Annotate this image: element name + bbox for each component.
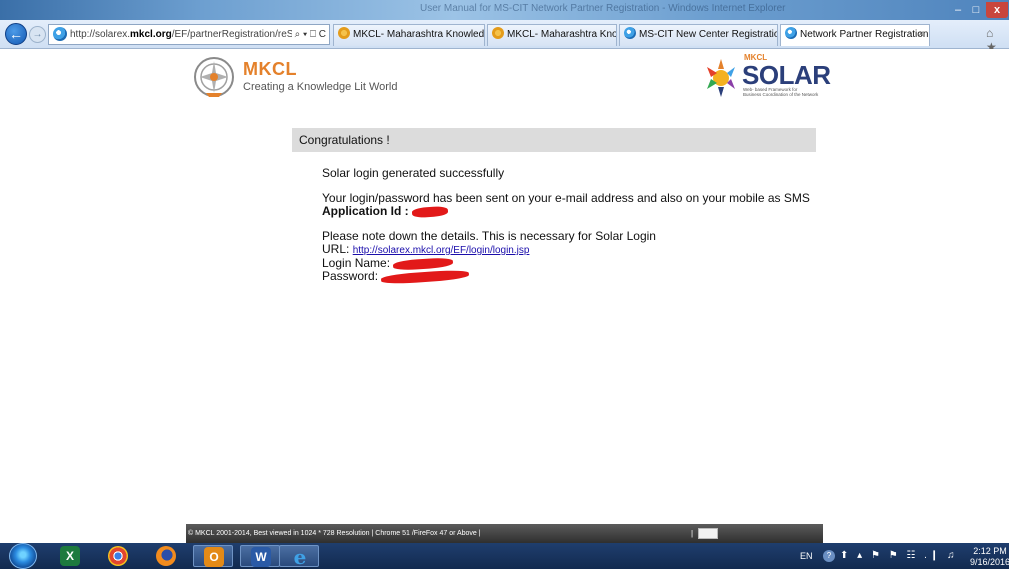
address-host: mkcl.org bbox=[130, 29, 172, 40]
word-icon: W bbox=[251, 547, 271, 567]
firefox-icon bbox=[156, 546, 176, 566]
footer-separator: | bbox=[691, 529, 694, 538]
redaction-scribble bbox=[381, 268, 470, 285]
taskbar-outlook[interactable]: O bbox=[193, 545, 233, 567]
taskbar-word[interactable]: W bbox=[240, 545, 280, 567]
mkcl-tagline: Creating a Knowledge Lit World bbox=[243, 81, 398, 93]
ie-icon bbox=[624, 27, 636, 39]
mkcl-icon bbox=[492, 27, 504, 39]
ie-icon: e bbox=[293, 545, 307, 569]
back-button[interactable]: ← bbox=[5, 23, 27, 45]
chrome-icon bbox=[108, 546, 128, 566]
ie-icon bbox=[785, 27, 797, 39]
redaction-scribble bbox=[393, 256, 454, 271]
url-label: URL: bbox=[322, 242, 350, 256]
tab-label: Network Partner Registration bbox=[800, 29, 929, 40]
excel-icon: X bbox=[60, 546, 80, 566]
taskbar-chrome[interactable] bbox=[98, 545, 138, 567]
browser-navbar: ← → http://solarex.mkcl.org/EF/partnerRe… bbox=[0, 20, 1009, 68]
language-indicator[interactable]: EN bbox=[800, 551, 813, 561]
minimize-button[interactable]: – bbox=[949, 2, 967, 18]
success-message: Solar login generated successfully bbox=[322, 166, 505, 180]
panel-title: Congratulations ! bbox=[292, 128, 816, 152]
ie-page-icon bbox=[53, 27, 67, 41]
window-title: User Manual for MS-CIT Network Partner R… bbox=[420, 3, 786, 14]
tab-mkcl-2[interactable]: MKCL- Maharashtra Knowledg... bbox=[487, 24, 617, 46]
password-label: Password: bbox=[322, 269, 379, 283]
tab-mscit-registration[interactable]: MS-CIT New Center Registration bbox=[619, 24, 778, 46]
redaction-scribble bbox=[411, 205, 449, 219]
window-titlebar: User Manual for MS-CIT Network Partner R… bbox=[0, 0, 1009, 20]
login-name-label: Login Name: bbox=[322, 256, 391, 270]
address-bar[interactable]: http://solarex.mkcl.org/EF/partnerRegist… bbox=[48, 24, 330, 45]
maximize-button[interactable]: □ bbox=[967, 2, 985, 18]
close-tab-icon[interactable]: × bbox=[918, 25, 924, 45]
tab-label: MS-CIT New Center Registration bbox=[639, 29, 778, 40]
tab-label: MKCL- Maharashtra Knowledg... bbox=[353, 29, 485, 40]
mkcl-logo-icon bbox=[194, 57, 234, 97]
address-path: /EF/partnerRegistration/reSe bbox=[171, 29, 299, 40]
page-content: MKCL Creating a Knowledge Lit World MKCL… bbox=[0, 49, 1009, 543]
forward-button[interactable]: → bbox=[29, 26, 46, 43]
application-id-label: Application Id : bbox=[322, 204, 409, 218]
note-message: Please note down the details. This is ne… bbox=[322, 229, 656, 243]
solar-subtitle-2: Business Coordination of the Network bbox=[743, 92, 819, 97]
url-row: URL: http://solarex.mkcl.org/EF/login/lo… bbox=[322, 243, 810, 257]
taskbar: X O W e EN ? ⬆ ▴ ⚑ ⚑ ☷ .❙ ♫ 2:12 PM 9/16… bbox=[0, 543, 1009, 569]
outlook-icon: O bbox=[204, 547, 224, 567]
login-name-row: Login Name: bbox=[322, 256, 810, 271]
footer-badge-icon bbox=[698, 528, 718, 539]
page-footer: © MKCL 2001-2014, Best viewed in 1024 * … bbox=[186, 524, 823, 543]
registration-message: Solar login generated successfully Your … bbox=[322, 166, 810, 285]
close-window-button[interactable]: x bbox=[986, 2, 1008, 18]
taskbar-excel[interactable]: X bbox=[50, 545, 90, 567]
footer-text: © MKCL 2001-2014, Best viewed in 1024 * … bbox=[188, 530, 481, 537]
tab-label: MKCL- Maharashtra Knowledg... bbox=[507, 29, 616, 40]
help-icon[interactable]: ? bbox=[823, 550, 835, 562]
tab-mkcl-1[interactable]: MKCL- Maharashtra Knowledg... bbox=[333, 24, 485, 46]
address-prefix: http://solarex. bbox=[70, 29, 131, 40]
taskbar-firefox[interactable] bbox=[146, 545, 186, 567]
mkcl-icon bbox=[338, 27, 350, 39]
taskbar-internet-explorer[interactable]: e bbox=[279, 545, 319, 567]
mkcl-brand: MKCL bbox=[243, 59, 297, 79]
start-button-icon[interactable] bbox=[9, 543, 37, 569]
solar-login-link[interactable]: http://solarex.mkcl.org/EF/login/login.j… bbox=[353, 245, 530, 256]
tab-network-partner-registration[interactable]: Network Partner Registration × bbox=[780, 24, 930, 46]
clock-date: 9/16/2016 bbox=[970, 557, 1009, 567]
password-row: Password: bbox=[322, 268, 810, 285]
system-tray: EN ? ⬆ ▴ ⚑ ⚑ ☷ .❙ ♫ bbox=[800, 543, 955, 569]
clock-time: 2:12 PM bbox=[973, 546, 1007, 556]
address-tools-icons[interactable]: ⌕ ▾ ⎕ C bbox=[291, 25, 326, 44]
tray-icons[interactable]: ⬆ ▴ ⚑ ⚑ ☷ .❙ ♫ bbox=[840, 543, 958, 569]
clock[interactable]: 2:12 PM 9/16/2016 bbox=[970, 546, 1009, 568]
application-id-row: Application Id : bbox=[322, 204, 810, 219]
